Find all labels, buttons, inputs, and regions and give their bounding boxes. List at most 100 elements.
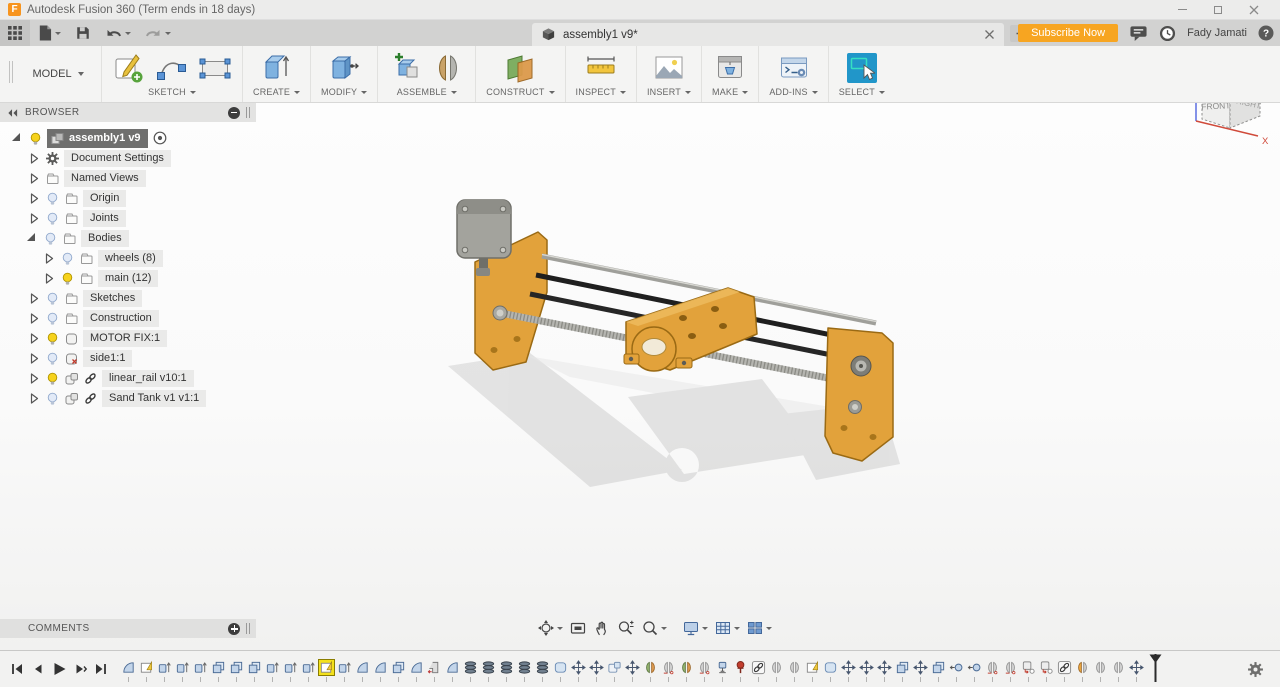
close-button[interactable] (1236, 0, 1272, 19)
timeline-feature-compdrop[interactable] (1039, 660, 1054, 682)
collapse-panel-icon[interactable] (6, 107, 19, 119)
timeline-feature-link[interactable] (751, 660, 766, 682)
timeline-feature-pin[interactable] (733, 660, 748, 682)
comments-bubble-icon[interactable] (1129, 24, 1148, 42)
visibility-bulb-off-icon[interactable] (60, 251, 75, 266)
timeline-feature-roundbox[interactable] (553, 660, 568, 682)
timeline-feature-coil[interactable] (517, 660, 532, 682)
browser-item-named-views[interactable]: Named Views (0, 168, 256, 188)
collapsed-arrow-icon[interactable] (27, 351, 41, 366)
browser-item-linear-rail-v10-1[interactable]: linear_rail v10:1 (0, 368, 256, 388)
minimize-button[interactable] (1164, 0, 1200, 19)
timeline-feature-link[interactable] (1057, 660, 1072, 682)
timeline-feature-revolve[interactable] (967, 660, 982, 682)
undo-button[interactable] (98, 20, 138, 46)
grid-display-button[interactable] (711, 616, 743, 640)
toolbar-group-label[interactable]: INSPECT (576, 87, 626, 100)
timeline-feature-box[interactable] (895, 660, 910, 682)
visibility-bulb-on-icon[interactable] (45, 331, 60, 346)
redo-button[interactable] (138, 20, 178, 46)
timeline-feature-slider[interactable] (661, 660, 676, 682)
timeline-feature-coil[interactable] (481, 660, 496, 682)
press-pull-icon[interactable] (327, 51, 361, 85)
timeline-feature-asbuilt[interactable] (787, 660, 802, 682)
browser-header-grip[interactable] (246, 107, 250, 118)
toolbar-group-label[interactable]: CREATE (253, 87, 301, 100)
expanded-arrow-icon[interactable] (27, 233, 35, 241)
timeline-feature-slider[interactable] (1003, 660, 1018, 682)
timeline-feature-ground[interactable] (715, 660, 730, 682)
browser-item-origin[interactable]: Origin (0, 188, 256, 208)
timeline-feature-fillet[interactable] (445, 660, 460, 682)
view-cube[interactable]: TOP FRONT RIGHT Z X (1184, 103, 1276, 153)
timeline-feature-move[interactable] (625, 660, 640, 682)
toolbar-group-label[interactable]: MAKE (712, 87, 749, 100)
timeline-marker[interactable] (1149, 654, 1162, 682)
browser-item-wheels-8[interactable]: wheels (8) (0, 248, 256, 268)
model-right-plate[interactable] (824, 327, 894, 462)
selected-item[interactable]: assembly1 v9 (47, 128, 148, 148)
pan-button[interactable] (590, 616, 614, 640)
timeline-feature-fillet[interactable] (409, 660, 424, 682)
toolbar-group-label[interactable]: CONSTRUCT (486, 87, 555, 100)
visibility-bulb-off-icon[interactable] (45, 351, 60, 366)
extrude-icon[interactable] (260, 51, 294, 85)
timeline-feature-box[interactable] (931, 660, 946, 682)
toolbar-group-label[interactable]: SELECT (839, 87, 885, 100)
timeline-play-button[interactable] (50, 660, 68, 678)
browser-header[interactable]: BROWSER (0, 103, 256, 122)
browser-item-bodies[interactable]: Bodies (0, 228, 256, 248)
timeline-feature-sketch[interactable] (805, 660, 820, 682)
timeline-feature-compdrop[interactable] (1021, 660, 1036, 682)
timeline-feature-slider[interactable] (985, 660, 1000, 682)
collapsed-arrow-icon[interactable] (27, 151, 41, 166)
timeline-feature-extrude[interactable] (193, 660, 208, 682)
construction-plane-icon[interactable] (503, 51, 537, 85)
toolbar-group-label[interactable]: ADD-INS (769, 87, 818, 100)
timeline-settings-button[interactable] (1244, 658, 1266, 680)
viewcube-front-label[interactable]: FRONT (1201, 103, 1231, 112)
timeline-feature-joint[interactable] (679, 660, 694, 682)
visibility-bulb-off-icon[interactable] (45, 311, 60, 326)
timeline-feature-move[interactable] (589, 660, 604, 682)
maximize-button[interactable] (1200, 0, 1236, 19)
notifications-clock-icon[interactable] (1159, 25, 1176, 42)
3d-print-icon[interactable] (713, 51, 747, 85)
visibility-bulb-on-icon[interactable] (60, 271, 75, 286)
measure-icon[interactable] (584, 51, 618, 85)
timeline-feature-fillet[interactable] (121, 660, 136, 682)
browser-item-side1-1[interactable]: side1:1 (0, 348, 256, 368)
timeline-feature-move[interactable] (571, 660, 586, 682)
timeline-skip-start-button[interactable] (8, 660, 26, 678)
timeline-feature-slider[interactable] (697, 660, 712, 682)
user-name[interactable]: Fady Jamati (1187, 27, 1247, 39)
browser-item-sketches[interactable]: Sketches (0, 288, 256, 308)
collapsed-arrow-icon[interactable] (27, 191, 41, 206)
scripts-addins-icon[interactable] (777, 51, 811, 85)
visibility-bulb-off-icon[interactable] (45, 291, 60, 306)
timeline-feature-move[interactable] (1129, 660, 1144, 682)
timeline-feature-hole[interactable] (427, 660, 442, 682)
timeline-feature-box[interactable] (391, 660, 406, 682)
timeline-feature-asbuilt[interactable] (1093, 660, 1108, 682)
collapsed-arrow-icon[interactable] (42, 251, 56, 266)
insert-image-icon[interactable] (652, 51, 686, 85)
fit-button[interactable] (638, 616, 670, 640)
timeline-step-back-button[interactable] (29, 660, 47, 678)
spline-icon[interactable] (155, 51, 189, 85)
timeline-feature-fillet[interactable] (373, 660, 388, 682)
toolbar-group-label[interactable]: SKETCH (148, 87, 196, 100)
timeline-feature-coil[interactable] (499, 660, 514, 682)
viewports-button[interactable] (743, 616, 775, 640)
toolbar-group-label[interactable]: ASSEMBLE (397, 87, 457, 100)
timeline-feature-move[interactable] (913, 660, 928, 682)
comments-panel-header[interactable]: COMMENTS (0, 619, 256, 638)
timeline-feature-revolve[interactable] (949, 660, 964, 682)
visibility-bulb-on-icon[interactable] (45, 371, 60, 386)
orbit-button[interactable] (534, 616, 566, 640)
display-settings-button[interactable] (679, 616, 711, 640)
timeline-feature-component[interactable] (607, 660, 622, 682)
document-tab[interactable]: assembly1 v9* (532, 23, 1004, 46)
timeline-feature-roundbox[interactable] (823, 660, 838, 682)
create-sketch-icon[interactable] (112, 51, 146, 85)
